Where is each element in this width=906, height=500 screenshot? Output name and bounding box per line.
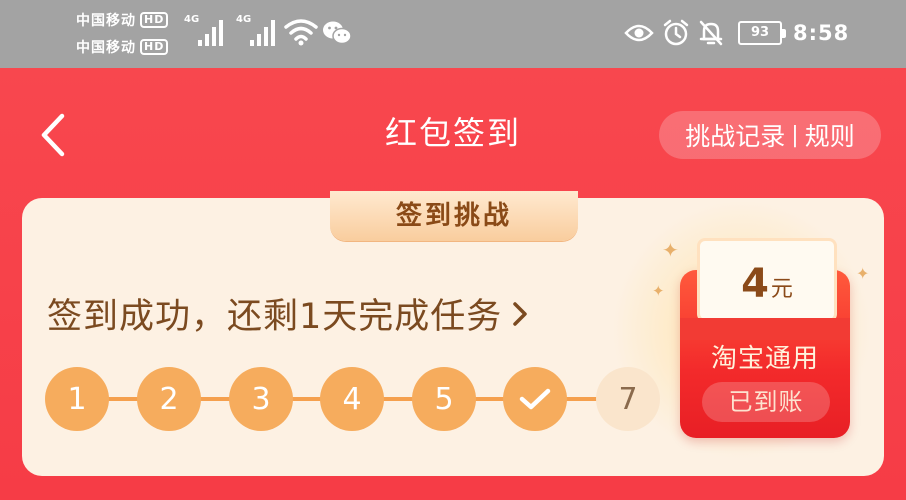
wechat-icon bbox=[323, 21, 352, 45]
sparkle-icon: ✦ bbox=[662, 238, 679, 262]
reward-amount: 4 bbox=[741, 261, 769, 307]
signal-bars-icon bbox=[250, 18, 276, 46]
reward-status-badge: 已到账 bbox=[702, 382, 830, 422]
checkin-progress: 1 2 3 4 5 7 bbox=[45, 367, 665, 431]
step-day-4: 4 bbox=[320, 367, 384, 431]
carrier-2-name: 中国移动 bbox=[76, 40, 136, 56]
header-actions: 挑战记录 | 规则 bbox=[659, 111, 881, 159]
rules-link[interactable]: 规则 bbox=[805, 117, 855, 153]
carrier-2: 中国移动 HD bbox=[76, 37, 169, 57]
hd-badge: HD bbox=[140, 12, 169, 28]
reward-coupon: 4 元 bbox=[697, 238, 837, 322]
challenge-record-link[interactable]: 挑战记录 bbox=[685, 117, 785, 153]
envelope-flap bbox=[680, 318, 850, 340]
sparkle-icon: ✦ bbox=[652, 282, 665, 300]
carrier-1: 中国移动 HD bbox=[76, 10, 169, 30]
checkmark-icon bbox=[519, 388, 551, 410]
bell-off-icon bbox=[699, 20, 723, 46]
step-day-5: 5 bbox=[412, 367, 476, 431]
eye-icon bbox=[624, 24, 654, 42]
step-day-6 bbox=[503, 367, 567, 431]
reward-unit: 元 bbox=[770, 277, 793, 302]
step-day-7: 7 bbox=[596, 367, 660, 431]
battery-indicator: 93 bbox=[738, 21, 786, 45]
checkin-status-text: 签到成功，还剩1天完成任务 bbox=[47, 297, 503, 337]
checkin-challenge-tab: 签到挑战 bbox=[330, 191, 578, 241]
checkin-status-message[interactable]: 签到成功，还剩1天完成任务 bbox=[47, 288, 528, 339]
step-day-1: 1 bbox=[45, 367, 109, 431]
network-type-2: 4G bbox=[236, 14, 252, 25]
step-day-3: 3 bbox=[229, 367, 293, 431]
chevron-right-icon bbox=[513, 301, 528, 326]
carrier-1-name: 中国移动 bbox=[76, 13, 136, 29]
alarm-icon bbox=[663, 19, 689, 46]
signal-bars-icon bbox=[198, 18, 224, 46]
status-time: 8:58 bbox=[793, 21, 850, 45]
sparkle-icon: ✦ bbox=[856, 264, 870, 283]
status-bar: 中国移动 HD 中国移动 HD 4G 4G 93 8:58 bbox=[0, 0, 906, 68]
step-day-2: 2 bbox=[137, 367, 201, 431]
network-type-1: 4G bbox=[184, 14, 200, 25]
header-separator: | bbox=[791, 122, 799, 148]
hd-badge: HD bbox=[140, 39, 169, 55]
reward-label: 淘宝通用 bbox=[710, 344, 819, 374]
wifi-icon bbox=[284, 19, 318, 46]
